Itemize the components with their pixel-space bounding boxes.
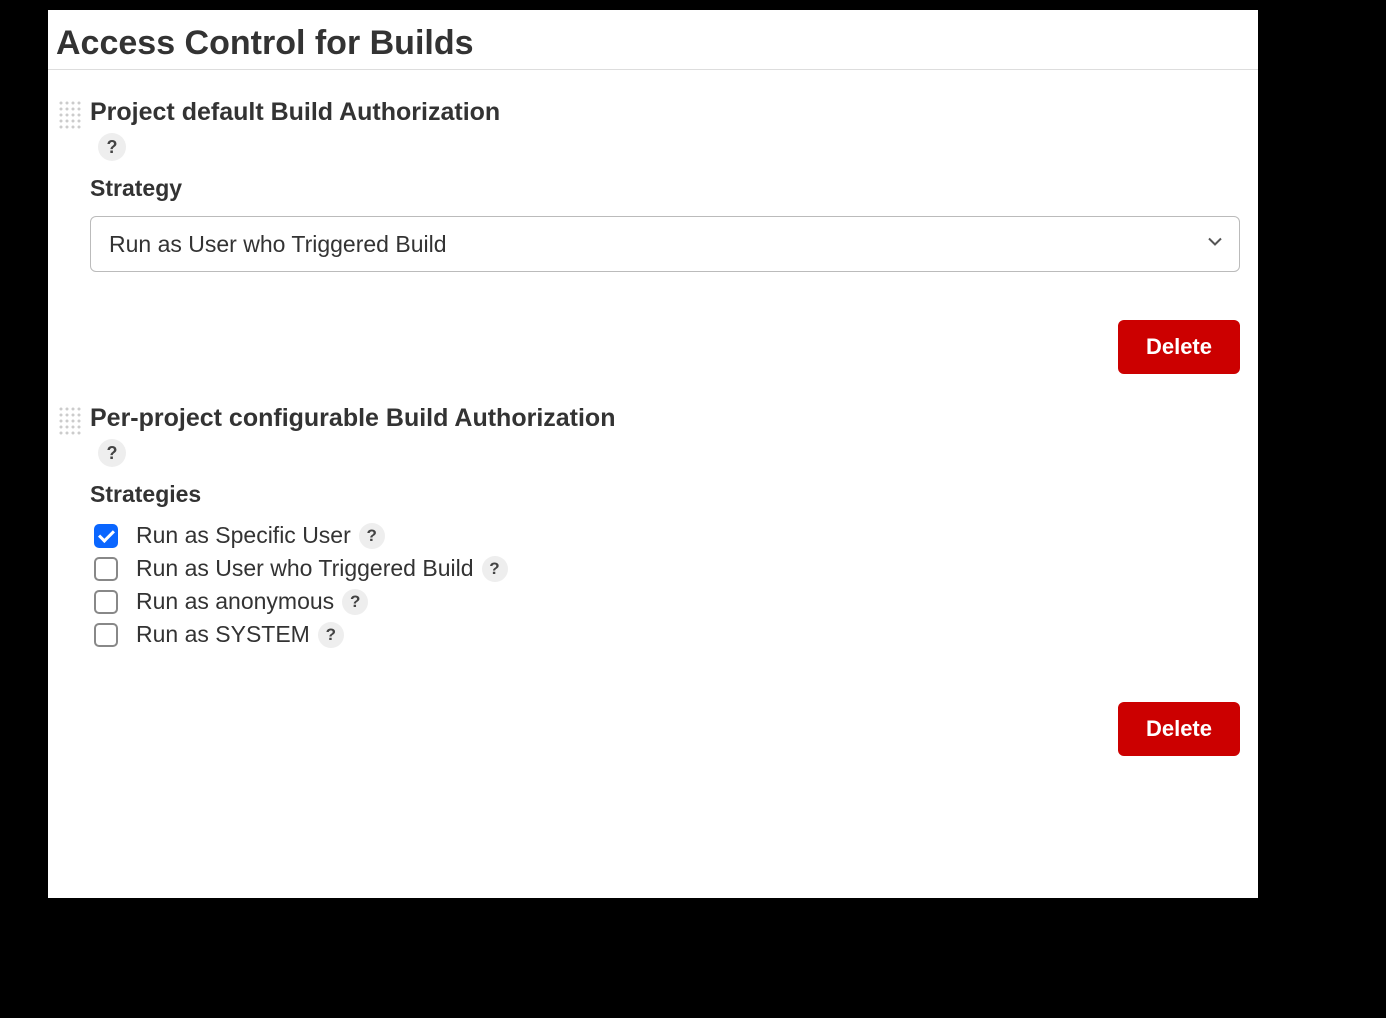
delete-button[interactable]: Delete [1118,702,1240,756]
page-title: Access Control for Builds [56,24,1258,63]
help-icon[interactable]: ? [359,523,385,549]
strategy-row-system[interactable]: Run as SYSTEM ? [90,621,1240,648]
strategy-checkbox[interactable] [94,524,118,548]
help-icon[interactable]: ? [318,622,344,648]
field-label-strategies: Strategies [90,481,1240,508]
strategy-label: Run as User who Triggered Build [136,555,474,582]
divider [48,69,1258,70]
strategy-label: Run as Specific User [136,522,351,549]
strategy-row-triggered-user[interactable]: Run as User who Triggered Build ? [90,555,1240,582]
strategy-label: Run as anonymous [136,588,334,615]
strategy-label: Run as SYSTEM [136,621,310,648]
strategy-checkbox[interactable] [94,557,118,581]
help-icon[interactable]: ? [342,589,368,615]
field-label-strategy: Strategy [90,175,1240,202]
section-per-project: Per-project configurable Build Authoriza… [48,404,1258,654]
strategy-checkbox[interactable] [94,623,118,647]
section-heading: Per-project configurable Build Authoriza… [90,404,1240,433]
drag-handle-icon[interactable] [58,406,82,654]
delete-button[interactable]: Delete [1118,320,1240,374]
strategy-select[interactable]: Run as User who Triggered Build [90,216,1240,272]
strategy-row-specific-user[interactable]: Run as Specific User ? [90,522,1240,549]
strategy-checkbox[interactable] [94,590,118,614]
section-heading: Project default Build Authorization [90,98,1240,127]
help-icon[interactable]: ? [98,439,126,467]
drag-handle-icon[interactable] [58,100,82,272]
help-icon[interactable]: ? [482,556,508,582]
config-panel: Access Control for Builds Project defaul… [48,10,1258,898]
strategy-row-anonymous[interactable]: Run as anonymous ? [90,588,1240,615]
section-project-default: Project default Build Authorization ? St… [48,98,1258,272]
strategy-checkbox-list: Run as Specific User ? Run as User who T… [90,522,1240,648]
help-icon[interactable]: ? [98,133,126,161]
